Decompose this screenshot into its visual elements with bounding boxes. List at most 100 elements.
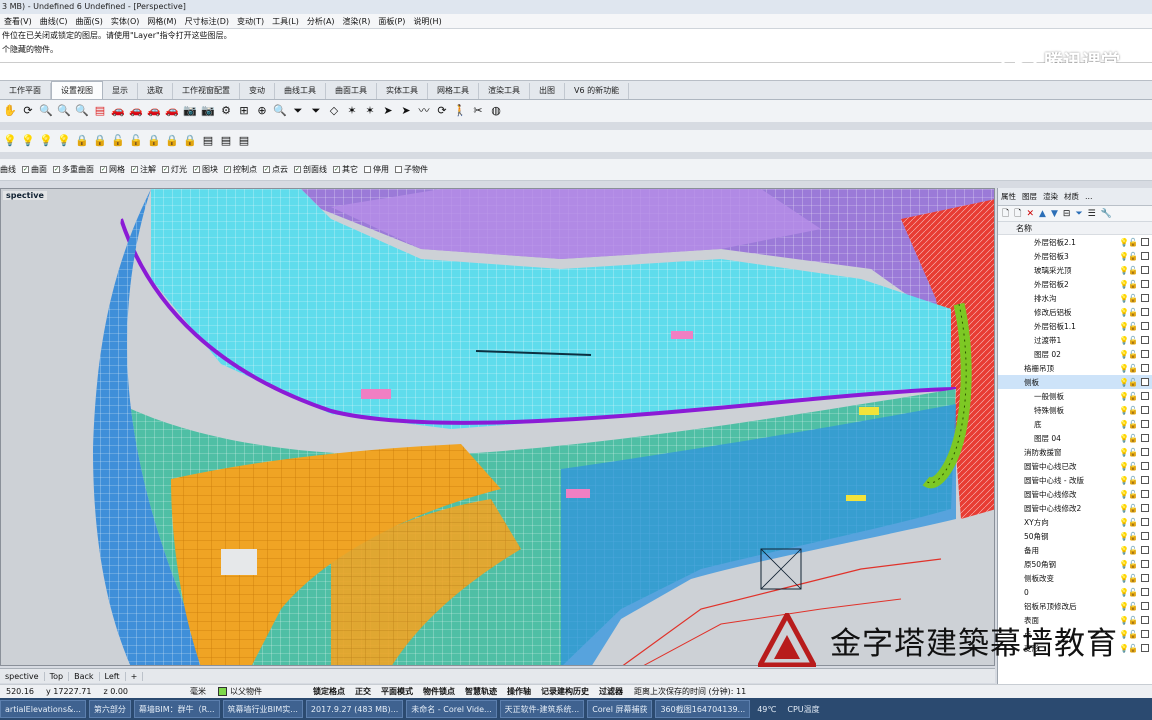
lock-icon[interactable]: 🔓: [1128, 490, 1138, 499]
filter-checkbox[interactable]: ✓: [224, 166, 231, 173]
layer-color-swatch[interactable]: [1141, 322, 1149, 330]
filter-8[interactable]: ✓ 点云: [263, 164, 288, 175]
lock-icon[interactable]: 🔓: [1128, 616, 1138, 625]
toolbar-tab[interactable]: 网格工具: [428, 83, 479, 99]
lock-icon[interactable]: 🔓: [1128, 294, 1138, 303]
filter-5[interactable]: ✓ 灯光: [162, 164, 187, 175]
bulb-icon[interactable]: 💡: [1119, 378, 1129, 387]
lock-icon[interactable]: 🔓: [1128, 574, 1138, 583]
bulb-icon[interactable]: 💡: [1119, 546, 1129, 555]
arrow-2-icon[interactable]: ➤: [398, 103, 414, 119]
lock-set-3-icon[interactable]: 🔒: [182, 133, 198, 149]
layer-row[interactable]: 特殊侧板 💡 🔓: [998, 403, 1152, 417]
layer-color-swatch[interactable]: [1141, 462, 1149, 470]
layer-color-swatch[interactable]: [1141, 518, 1149, 526]
layer-color-swatch[interactable]: [1141, 602, 1149, 610]
funnel-2-icon[interactable]: ⏷: [308, 103, 324, 119]
bulb-icon[interactable]: 💡: [1119, 238, 1129, 247]
layer-row[interactable]: 圆管中心线修改2 💡 🔓: [998, 501, 1152, 515]
layer-color-swatch[interactable]: [1141, 406, 1149, 414]
layer-row[interactable]: 外层铝板2 💡 🔓: [998, 277, 1152, 291]
zoom-window-icon[interactable]: 🔍: [56, 103, 72, 119]
layer-row[interactable]: 消防救援窗 💡 🔓: [998, 445, 1152, 459]
taskbar-item[interactable]: 49℃: [753, 700, 780, 718]
filter-checkbox[interactable]: ✓: [263, 166, 270, 173]
rotate-icon[interactable]: ⟳: [434, 103, 450, 119]
move-parent-icon[interactable]: ⊟: [1063, 209, 1071, 219]
layer-row[interactable]: 外层铝板3 💡 🔓: [998, 249, 1152, 263]
layer-color-swatch[interactable]: [1141, 448, 1149, 456]
bulb-icon[interactable]: 💡: [1119, 252, 1129, 261]
camera-2-icon[interactable]: 📷: [200, 103, 216, 119]
bulb-icon[interactable]: 💡: [1119, 266, 1129, 275]
layer-color-swatch[interactable]: [1141, 350, 1149, 358]
twist-icon[interactable]: ✂: [470, 103, 486, 119]
filter-11[interactable]: 停用: [364, 164, 389, 175]
car-red-2-icon[interactable]: 🚗: [128, 103, 144, 119]
unlock-2-icon[interactable]: 🔓: [128, 133, 144, 149]
filter-checkbox[interactable]: ✓: [22, 166, 29, 173]
bulb-icon[interactable]: 💡: [1119, 588, 1129, 597]
layer-row[interactable]: XY方向 💡 🔓: [998, 515, 1152, 529]
lock-set-icon[interactable]: 🔒: [146, 133, 162, 149]
model-render[interactable]: [1, 189, 995, 666]
layer-row[interactable]: 50角钢 💡 🔓: [998, 529, 1152, 543]
car-red-4-icon[interactable]: 🚗: [164, 103, 180, 119]
lock-icon[interactable]: 🔓: [1128, 518, 1138, 527]
funnel-icon[interactable]: ⏷: [290, 103, 306, 119]
car-red-3-icon[interactable]: 🚗: [146, 103, 162, 119]
layer-row[interactable]: 备用 💡 🔓: [998, 543, 1152, 557]
layer-color-swatch[interactable]: [1141, 476, 1149, 484]
lock-icon[interactable]: 🔓: [1128, 448, 1138, 457]
layer-color-swatch[interactable]: [1141, 364, 1149, 372]
layer-color-swatch[interactable]: [1141, 560, 1149, 568]
filter-0[interactable]: 曲线: [0, 164, 16, 175]
bulb-icon[interactable]: 💡: [20, 133, 36, 149]
layer-tools-icon[interactable]: 🔧: [1101, 209, 1112, 219]
lock-icon[interactable]: 🔓: [1128, 308, 1138, 317]
layer-color-swatch[interactable]: [1141, 616, 1149, 624]
lock-icon[interactable]: 🔓: [1128, 322, 1138, 331]
view-tab[interactable]: Back: [69, 671, 100, 681]
toolbar-tab[interactable]: 实体工具: [377, 83, 428, 99]
layer-row[interactable]: 底 💡 🔓: [998, 417, 1152, 431]
view-tab[interactable]: Left: [100, 671, 126, 681]
bulb-icon[interactable]: 💡: [1119, 350, 1129, 359]
lock-icon[interactable]: 🔓: [1128, 350, 1138, 359]
bulb-icon[interactable]: 💡: [1119, 448, 1129, 457]
status-toggle[interactable]: 锁定格点: [308, 686, 350, 697]
layer-row[interactable]: 侧板 💡 🔓: [998, 375, 1152, 389]
new-layer-icon[interactable]: 🗋: [1002, 206, 1009, 222]
bulb-icon[interactable]: 💡: [1119, 308, 1129, 317]
bulb-icon[interactable]: 💡: [1119, 336, 1129, 345]
bulb-icon[interactable]: 💡: [1119, 420, 1129, 429]
layer-row[interactable]: 图层 04 💡 🔓: [998, 431, 1152, 445]
lock-icon[interactable]: 🔓: [1128, 392, 1138, 401]
status-toggle[interactable]: 过滤器: [594, 686, 628, 697]
set-camera-icon[interactable]: ⚙: [218, 103, 234, 119]
zoom-icon[interactable]: 🔍: [38, 103, 54, 119]
bulb-icon[interactable]: 💡: [1119, 630, 1129, 639]
toolbar-tab[interactable]: 显示: [103, 83, 138, 99]
grid-target-icon[interactable]: ⊞: [236, 103, 252, 119]
bulb-icon[interactable]: 💡: [1119, 476, 1129, 485]
lock-icon[interactable]: 🔓: [1128, 630, 1138, 639]
bulb-icon[interactable]: 💡: [1119, 518, 1129, 527]
layer-color-swatch[interactable]: [1141, 434, 1149, 442]
lock-icon[interactable]: 🔓: [1128, 602, 1138, 611]
layer-row[interactable]: 外层铝板1.1 💡 🔓: [998, 319, 1152, 333]
menu-view[interactable]: 查看(V): [0, 16, 36, 27]
layer-row[interactable]: 格栅吊顶 💡 🔓: [998, 361, 1152, 375]
filter-7[interactable]: ✓ 控制点: [224, 164, 257, 175]
bulb-icon[interactable]: 💡: [1119, 462, 1129, 471]
lock-icon[interactable]: 🔓: [1128, 280, 1138, 289]
status-toggle[interactable]: 记录建构历史: [536, 686, 594, 697]
layer-color-swatch[interactable]: [1141, 644, 1149, 652]
menu-transform[interactable]: 变动(T): [233, 16, 268, 27]
bulb-icon[interactable]: 💡: [1119, 294, 1129, 303]
layer-color-swatch[interactable]: [1141, 532, 1149, 540]
move-down-icon[interactable]: ▼: [1051, 209, 1058, 219]
filter-10[interactable]: ✓ 其它: [333, 164, 358, 175]
lock-icon[interactable]: 🔓: [1128, 238, 1138, 247]
move-up-icon[interactable]: ▲: [1039, 209, 1046, 219]
